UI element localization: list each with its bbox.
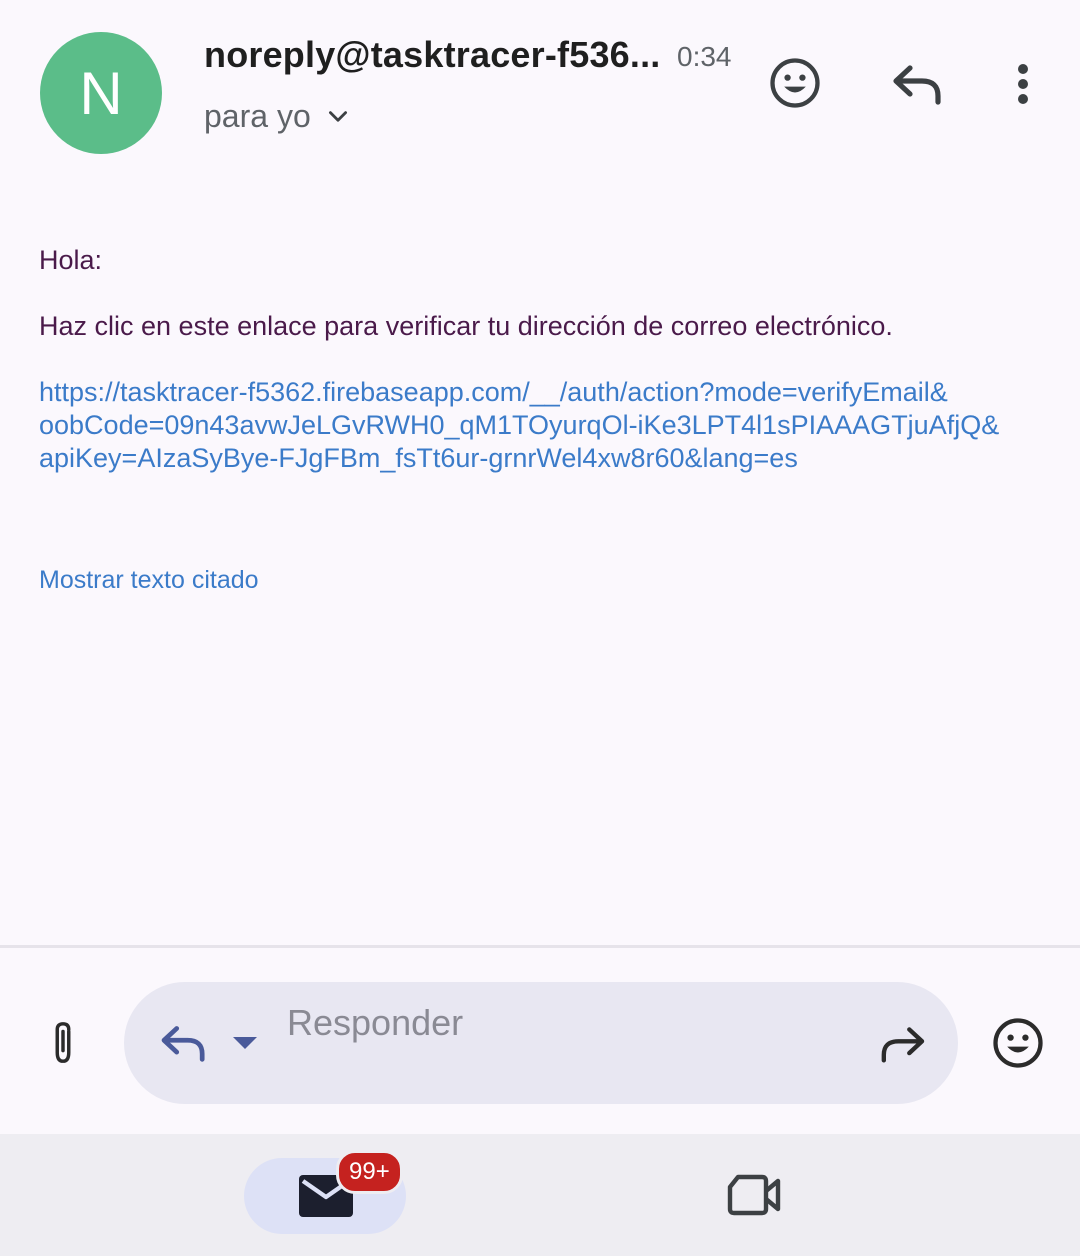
attachment-icon: [55, 1022, 71, 1063]
forward-icon: [881, 1027, 925, 1063]
reply-type-dropdown[interactable]: [230, 1030, 260, 1056]
divider: [0, 945, 1080, 948]
link-line: https://tasktracer-f5362.firebaseapp.com…: [39, 377, 948, 407]
reply-button[interactable]: [888, 56, 948, 112]
emoji-reaction-button[interactable]: [764, 52, 826, 114]
emoji-reaction-icon: [770, 58, 820, 108]
more-options-button[interactable]: [1000, 56, 1046, 112]
instruction-text: Haz clic en este enlace para verificar t…: [39, 311, 893, 341]
link-line: apiKey=AIzaSyBye-FJgFBm_fsTt6ur-grnrWel4…: [39, 443, 798, 473]
bottom-navigation: 99+: [0, 1134, 1080, 1256]
sender-avatar[interactable]: N: [40, 32, 162, 154]
more-vert-icon: [1018, 64, 1028, 104]
chevron-down-icon: [328, 110, 347, 122]
reply-bar[interactable]: Responder: [124, 982, 958, 1104]
recipient-label: para yo: [204, 98, 311, 134]
reply-placeholder: Responder: [287, 1002, 464, 1043]
reply-icon: [893, 65, 941, 105]
emoji-icon: [993, 1018, 1043, 1068]
recipient-toggle[interactable]: para yo: [204, 98, 351, 135]
verification-link[interactable]: https://tasktracer-f5362.firebaseapp.com…: [39, 376, 1059, 475]
reply-type-button[interactable]: [158, 1020, 210, 1066]
reply-icon: [161, 1026, 205, 1062]
emoji-button[interactable]: [988, 1013, 1048, 1073]
nav-meet-tab[interactable]: [718, 1170, 790, 1220]
avatar-letter: N: [79, 59, 123, 127]
unread-count-badge: 99+: [336, 1150, 403, 1194]
link-line: oobCode=09n43avwJeLGvRWH0_qM1TOyurqOl-iK…: [39, 410, 1000, 440]
sender-address[interactable]: noreply@tasktracer-f536...: [204, 34, 661, 76]
greeting-text: Hola:: [39, 245, 103, 275]
message-time: 0:34: [677, 41, 732, 72]
attach-button[interactable]: [40, 1015, 86, 1071]
forward-button[interactable]: [876, 1022, 928, 1066]
dropdown-icon: [233, 1037, 257, 1049]
video-camera-icon: [727, 1174, 781, 1216]
show-quoted-text-link[interactable]: Mostrar texto citado: [39, 566, 259, 595]
